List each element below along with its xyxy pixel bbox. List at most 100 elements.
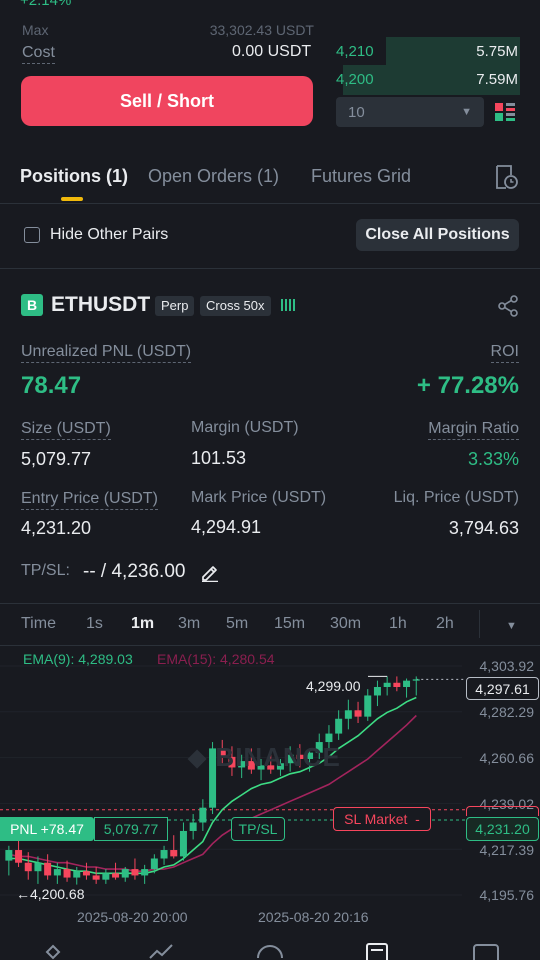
margin-ratio-label[interactable]: Margin Ratio <box>428 419 519 440</box>
candle-body <box>179 830 187 857</box>
candle-body <box>170 850 178 857</box>
candle-body <box>393 682 401 688</box>
candle-body <box>335 718 343 734</box>
adl-signal-icon <box>281 299 295 311</box>
bottom-nav <box>45 943 499 960</box>
divider <box>0 268 540 269</box>
current-price-tag: 4,297.61 <box>466 677 539 700</box>
mark-price-value: 4,294.91 <box>191 517 262 537</box>
candle-body <box>82 871 90 876</box>
cost-value: 0.00 USDT <box>232 43 312 60</box>
tpsl-value[interactable]: -- / 4,236.00 <box>83 561 185 583</box>
timeframe-30m[interactable]: 30m <box>330 615 361 633</box>
max-row: Max 33,302.43 USDT <box>22 22 314 38</box>
entry-price-value: 4,231.20 <box>21 518 92 538</box>
tpsl-label: TP/SL: <box>21 562 70 579</box>
tab-positions[interactable]: Positions (1) <box>20 166 128 187</box>
timeframe-2h[interactable]: 2h <box>436 615 454 633</box>
candle-body <box>364 695 372 717</box>
active-tab-indicator <box>61 197 83 201</box>
max-value: 33,302.43 USDT <box>209 22 314 38</box>
bid-qty: 7.59M <box>476 71 518 88</box>
high-price-label: 4,299.00 <box>306 678 361 694</box>
chart-sl-market-tag[interactable]: SL Market - <box>333 807 431 831</box>
order-history-icon[interactable] <box>494 164 518 190</box>
liq-price-value: 3,794.63 <box>448 518 519 538</box>
exchange-watermark: ⬥ BINANCE <box>188 742 341 772</box>
candle-body <box>53 869 61 876</box>
home-icon[interactable] <box>45 944 61 960</box>
entry-price-tag: 4,231.20 <box>466 817 539 841</box>
timeframe-time[interactable]: Time <box>21 615 56 633</box>
size-label[interactable]: Size (USDT) <box>21 419 111 440</box>
candle-body <box>73 871 81 878</box>
candle-body <box>131 869 139 876</box>
entry-price-label[interactable]: Entry Price (USDT) <box>21 489 158 510</box>
y-tick: 4,195.76 <box>479 887 535 903</box>
hide-other-pairs-label[interactable]: Hide Other Pairs <box>50 226 168 244</box>
candle-body <box>63 869 71 878</box>
candle-body <box>199 807 207 823</box>
tab-open-orders[interactable]: Open Orders (1) <box>148 166 279 187</box>
markets-icon[interactable] <box>149 944 173 959</box>
candle-body <box>189 822 197 831</box>
x-tick: 2025-08-20 20:16 <box>258 909 369 925</box>
candle-body <box>44 862 52 876</box>
timeframe-1m[interactable]: 1m <box>131 615 154 633</box>
chart-tpsl-button[interactable]: TP/SL <box>231 817 285 841</box>
mark-price-label: Mark Price (USDT) <box>191 489 327 506</box>
candle-body <box>373 687 381 696</box>
position-symbol[interactable]: ETHUSDT <box>51 293 150 317</box>
candle-body <box>112 873 120 878</box>
candle-body <box>15 850 23 863</box>
edit-icon[interactable] <box>200 562 220 582</box>
trade-icon[interactable] <box>257 945 283 959</box>
y-tick: 4,303.92 <box>479 658 535 674</box>
candle-body <box>92 875 100 880</box>
bid-price: 4,200 <box>336 71 374 88</box>
timeframe-1h[interactable]: 1h <box>389 615 407 633</box>
margin-mode-badge[interactable]: Cross 50x <box>200 296 271 316</box>
hide-other-pairs-checkbox[interactable] <box>24 227 40 243</box>
candle-body <box>160 850 168 859</box>
candle-body <box>5 850 13 861</box>
side-badge: B <box>21 294 43 316</box>
max-label: Max <box>22 22 49 38</box>
cost-label: Cost <box>22 43 55 64</box>
candle-body <box>150 858 158 870</box>
unrealized-pnl-label[interactable]: Unrealized PNL (USDT) <box>21 342 192 363</box>
depth-precision-select[interactable]: 10 ▼ <box>336 97 484 127</box>
y-tick: 4,282.29 <box>479 704 535 720</box>
chevron-down-icon[interactable]: ▼ <box>506 620 517 632</box>
timeframe-5m[interactable]: 5m <box>226 615 248 633</box>
candle-body <box>344 710 352 719</box>
roi-label[interactable]: ROI <box>490 342 519 363</box>
y-tick: 4,217.39 <box>479 842 535 858</box>
x-tick: 2025-08-20 20:00 <box>77 909 188 925</box>
tab-futures-grid[interactable]: Futures Grid <box>311 166 411 187</box>
price-change-percent: +2.14% <box>20 0 72 9</box>
sl-market-label: SL Market <box>344 811 408 827</box>
candle-body <box>383 682 391 688</box>
futures-icon[interactable] <box>366 943 388 960</box>
orderbook-layout-icon[interactable] <box>494 101 516 123</box>
wallet-icon[interactable] <box>473 944 499 960</box>
timeframe-15m[interactable]: 15m <box>274 615 305 633</box>
timeframe-3m[interactable]: 3m <box>178 615 200 633</box>
chart-position-qty: 5,079.77 <box>94 817 168 841</box>
orderbook-row[interactable]: 4,200 7.59M <box>334 65 520 95</box>
timeframe-1s[interactable]: 1s <box>86 615 103 633</box>
contract-type-badge: Perp <box>155 296 195 316</box>
candle-body <box>354 710 362 717</box>
close-all-positions-button[interactable]: Close All Positions <box>356 219 519 251</box>
bid-price: 4,210 <box>336 43 374 60</box>
unrealized-pnl-value: 78.47 <box>21 372 82 399</box>
candle-body <box>412 679 420 681</box>
candle-body <box>24 862 32 872</box>
candle-body <box>102 873 110 880</box>
chart-pnl-tag[interactable]: PNL +78.47 <box>0 817 94 841</box>
sell-short-button[interactable]: Sell / Short <box>21 76 313 126</box>
orderbook-row[interactable]: 4,210 5.75M <box>334 37 520 67</box>
size-value: 5,079.77 <box>21 449 92 469</box>
share-icon[interactable] <box>497 295 519 317</box>
